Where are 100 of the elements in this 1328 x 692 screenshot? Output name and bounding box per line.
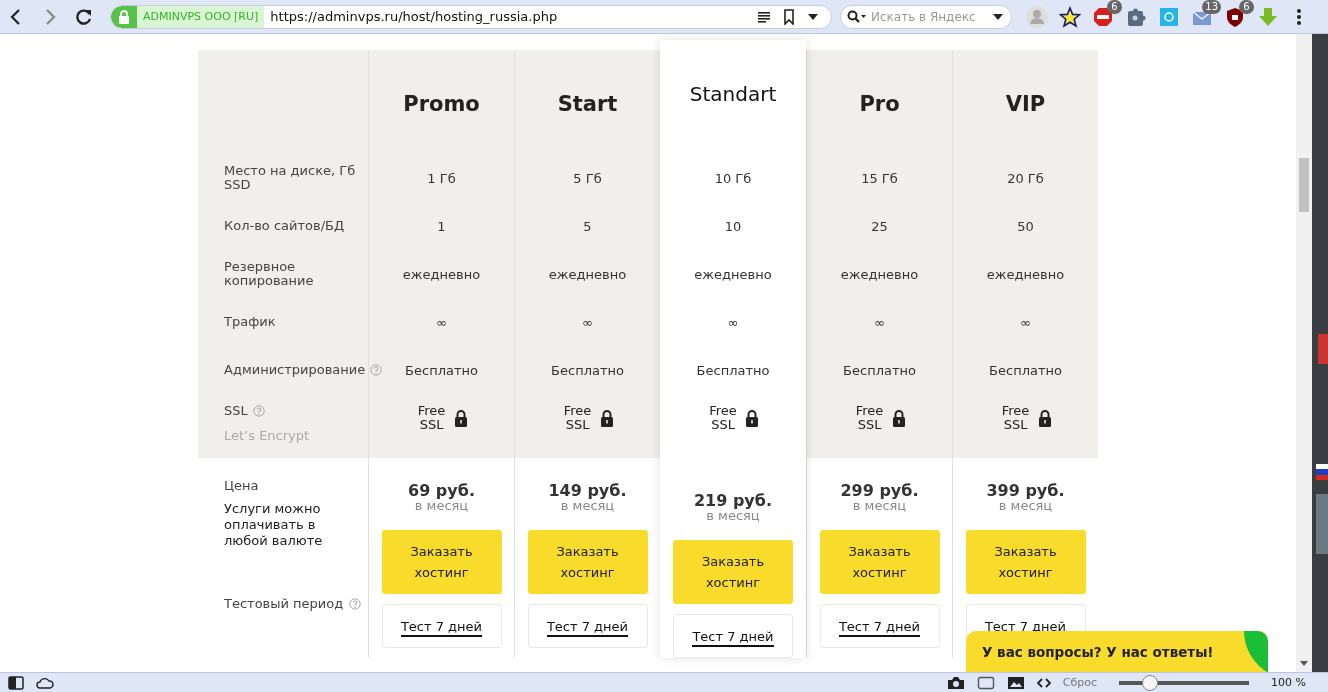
price-period: в месяц bbox=[852, 500, 907, 512]
price-amount: 399 руб. bbox=[986, 481, 1065, 500]
lock-icon bbox=[1037, 409, 1052, 427]
table-cell: Бесплатно bbox=[989, 362, 1062, 378]
price-period: в месяц bbox=[706, 510, 760, 522]
lock-icon bbox=[891, 409, 906, 427]
caret-icon[interactable] bbox=[992, 12, 1004, 21]
plan-name: VIP bbox=[1005, 92, 1046, 118]
row-label: Трафик bbox=[224, 315, 276, 329]
table-cell: ∞ bbox=[727, 314, 739, 330]
extension-button[interactable]: 6 bbox=[1092, 0, 1122, 28]
table-cell: Бесплатно bbox=[696, 362, 770, 378]
ssl-text: Free SSL bbox=[708, 404, 738, 432]
lock-icon bbox=[599, 409, 614, 427]
stop-sign-icon bbox=[1092, 5, 1114, 28]
table-cell: 5 Гб bbox=[573, 170, 602, 186]
table-cell: Бесплатно bbox=[551, 362, 624, 378]
cloud-icon[interactable] bbox=[36, 676, 54, 689]
row-label: Место на диске, Гб SSD bbox=[224, 164, 357, 192]
price-period: в месяц bbox=[998, 500, 1053, 512]
ssl-text: Free SSL bbox=[1000, 404, 1031, 432]
table-cell: ∞ bbox=[1020, 314, 1031, 330]
table-cell: 5 bbox=[583, 218, 592, 234]
price-amount: 219 руб. bbox=[693, 491, 773, 510]
price-amount: 149 руб. bbox=[548, 481, 627, 500]
ssl-text: Free SSL bbox=[562, 404, 593, 432]
address-bar[interactable]: ADMINVPS OOO [RU] https://adminvps.ru/host/hosting_russia.php bbox=[110, 4, 832, 29]
lock-icon bbox=[118, 9, 130, 24]
menu-icon[interactable] bbox=[1296, 7, 1302, 26]
table-cell: 10 Гб bbox=[714, 170, 752, 186]
count-badge: 13 bbox=[1202, 0, 1221, 14]
order-button[interactable]: Заказать хостинг bbox=[527, 530, 648, 594]
row-label: Кол-во сайтов/БД bbox=[224, 219, 345, 233]
extension-button[interactable]: 13 bbox=[1191, 0, 1221, 28]
price-period: в месяц bbox=[560, 500, 615, 512]
table-cell: ∞ bbox=[874, 314, 885, 330]
order-button[interactable]: Заказать хостинг bbox=[673, 540, 793, 604]
table-cell: ежедневно bbox=[840, 266, 919, 282]
row-label: Резервное копирование bbox=[224, 260, 315, 288]
lock-icon bbox=[453, 409, 468, 427]
table-cell: 25 bbox=[871, 218, 888, 234]
scrollbar[interactable] bbox=[1296, 34, 1312, 672]
table-cell: 10 bbox=[724, 218, 742, 234]
table-cell: ежедневно bbox=[694, 266, 772, 282]
test-button[interactable]: Тест 7 дней bbox=[673, 614, 793, 658]
count-badge: 6 bbox=[1107, 0, 1122, 14]
table-cell: 20 Гб bbox=[1007, 170, 1044, 186]
price-period: в месяц bbox=[414, 500, 469, 512]
plan-name: Promo bbox=[403, 92, 480, 118]
row-label: Тестовый период bbox=[224, 597, 344, 611]
search-field[interactable]: Искать в Яндекс bbox=[840, 4, 1012, 29]
reader-icon[interactable] bbox=[757, 10, 771, 23]
search-icon bbox=[847, 9, 867, 24]
lock-icon bbox=[745, 409, 759, 427]
zoom-level: 100 % bbox=[1271, 676, 1306, 689]
table-cell: ежедневно bbox=[548, 266, 627, 282]
count-badge: 6 bbox=[1239, 0, 1254, 14]
camera-icon[interactable] bbox=[946, 675, 965, 690]
tile-icon[interactable] bbox=[1158, 5, 1180, 28]
order-button[interactable]: Заказать хостинг bbox=[381, 530, 502, 594]
caret-icon[interactable] bbox=[807, 12, 819, 21]
table-cell: 1 Гб bbox=[427, 170, 456, 186]
shield-icon bbox=[1224, 5, 1246, 28]
order-button[interactable]: Заказать хостинг bbox=[819, 530, 940, 594]
image-icon[interactable] bbox=[1006, 675, 1025, 690]
url-text: https://adminvps.ru/host/hosting_russia.php bbox=[269, 9, 559, 24]
row-label: Администрирование bbox=[224, 363, 366, 377]
table-cell: ∞ bbox=[582, 314, 593, 330]
ssl-text: Free SSL bbox=[416, 404, 447, 432]
table-cell: 1 bbox=[437, 218, 446, 234]
plan-name: Pro bbox=[859, 92, 900, 118]
bookmark-icon[interactable] bbox=[783, 8, 795, 25]
code-icon[interactable] bbox=[1036, 676, 1051, 689]
table-cell: Бесплатно bbox=[843, 362, 916, 378]
price-amount: 69 руб. bbox=[408, 481, 475, 500]
table-cell: 15 Гб bbox=[861, 170, 898, 186]
star-icon[interactable] bbox=[1059, 5, 1081, 28]
reload-icon[interactable] bbox=[74, 6, 94, 27]
sidebar-icon[interactable] bbox=[8, 675, 24, 690]
table-cell: ежедневно bbox=[986, 266, 1065, 282]
price-note: Услуги можно оплачивать в любой валюте bbox=[224, 501, 324, 549]
reset-button[interactable]: Сброс bbox=[1062, 676, 1098, 689]
window-icon[interactable] bbox=[976, 675, 995, 690]
test-button[interactable]: Тест 7 дней bbox=[527, 604, 648, 648]
order-button[interactable]: Заказать хостинг bbox=[965, 530, 1086, 594]
row-note: Let’s Encrypt bbox=[224, 428, 310, 443]
table-cell: ∞ bbox=[436, 314, 447, 330]
plan-name: Start bbox=[557, 92, 618, 118]
table-cell: Бесплатно bbox=[405, 362, 478, 378]
row-label: SSL bbox=[224, 404, 248, 418]
row-label: Цена bbox=[224, 478, 260, 493]
price-amount: 299 руб. bbox=[840, 481, 919, 500]
extension-button[interactable]: 6 bbox=[1224, 0, 1254, 28]
chat-popup[interactable]: У вас вопросы? У нас ответы! bbox=[966, 631, 1268, 672]
test-button[interactable]: Тест 7 дней bbox=[381, 604, 502, 648]
table-cell: 50 bbox=[1017, 218, 1034, 234]
test-button[interactable]: Тест 7 дней bbox=[819, 604, 940, 648]
ssl-text: Free SSL bbox=[854, 404, 885, 432]
plan-name: Standart bbox=[689, 82, 777, 108]
table-cell: ежедневно bbox=[402, 266, 481, 282]
